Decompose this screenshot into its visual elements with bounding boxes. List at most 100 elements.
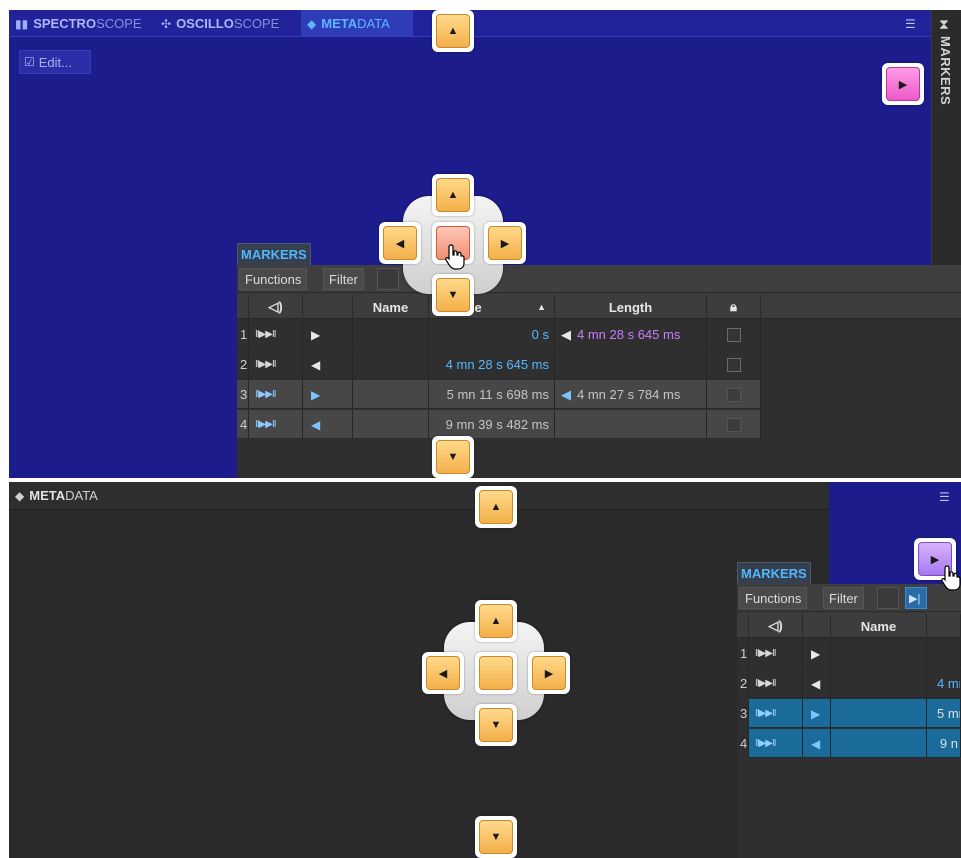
marker-name[interactable] <box>353 410 429 439</box>
marker-time[interactable]: 5 mn <box>927 699 961 728</box>
marker-time[interactable]: 9 mn 39 s 482 ms <box>429 410 555 439</box>
dock-compass-left-button[interactable]: ◀ <box>422 652 464 694</box>
dock-compass-left-button[interactable]: ◀ <box>379 222 421 264</box>
dock-compass-center-button[interactable] <box>475 652 517 694</box>
marker-time[interactable]: 5 mn 11 s 698 ms <box>429 380 555 409</box>
hand-cursor-icon <box>941 565 961 591</box>
header-dir <box>803 614 831 638</box>
tab-label-bold: SPECTRO <box>33 16 97 31</box>
arrow-left-icon: ◀ <box>426 656 460 690</box>
markers-window-title[interactable]: MARKERS <box>737 562 811 584</box>
delete-icon[interactable] <box>377 268 399 290</box>
arrow-up-icon: ▲ <box>436 178 470 212</box>
marker-name[interactable] <box>831 729 927 758</box>
dock-markers-button[interactable]: ▶ <box>882 63 924 105</box>
functions-button[interactable]: Functions <box>739 587 808 609</box>
dock-bottom-edge-button[interactable]: ▼ <box>475 816 517 858</box>
play-icon[interactable]: II▶▶II <box>249 320 303 349</box>
lock-icon[interactable]: 🔒︎ <box>707 295 761 319</box>
marker-start-icon: ▶ <box>803 699 831 728</box>
marker-time[interactable] <box>927 639 961 668</box>
marker-start-icon: ▶ <box>303 320 353 349</box>
functions-button[interactable]: Functions <box>239 268 308 290</box>
tab-oscilloscope[interactable]: ✣ OSCILLOSCOPE <box>155 10 285 37</box>
arrow-left-icon: ◀ <box>383 226 417 260</box>
filter-button[interactable]: Filter <box>323 268 364 290</box>
header-dir <box>303 295 353 319</box>
lock-checkbox[interactable] <box>707 320 761 349</box>
sort-up-icon: ▲ <box>537 302 546 312</box>
play-icon[interactable]: II▶▶II <box>749 669 803 698</box>
speaker-icon[interactable]: ◁) <box>749 614 803 638</box>
table-header: ◁) Name <box>737 614 961 638</box>
marker-start-icon: ▶ <box>803 639 831 668</box>
lock-checkbox[interactable] <box>707 410 761 439</box>
tab-label-bold: META <box>29 488 66 503</box>
edit-label: Edit... <box>38 54 73 70</box>
play-icon[interactable]: II▶▶II <box>249 350 303 379</box>
play-icon[interactable]: II▶▶II <box>249 410 303 439</box>
markers-window-title[interactable]: MARKERS <box>237 243 311 265</box>
header-length[interactable]: Length <box>555 295 707 319</box>
markers-window: Functions Filter ▶| ◁) Name 1 II▶▶II ▶ 2 <box>737 584 961 858</box>
marker-name[interactable] <box>831 639 927 668</box>
dock-bottom-edge-button[interactable]: ▼ <box>432 436 474 478</box>
markers-table: ◁) Name me ▲ Length 🔒︎ 1 II▶▶II ▶ 0 s ◀4… <box>237 295 961 478</box>
dock-compass-up-button[interactable]: ▲ <box>475 600 517 642</box>
marker-length[interactable] <box>555 410 707 439</box>
top-panel: ▮▮ SPECTROSCOPE ✣ OSCILLOSCOPE ◆ METADAT… <box>9 10 961 478</box>
table-row[interactable]: 4 II▶▶II ◀ 9 n <box>737 729 961 758</box>
edit-icon: ☑ <box>24 55 35 69</box>
table-row[interactable]: 1 II▶▶II ▶ 0 s ◀ 4 mn 28 s 645 ms <box>237 320 761 349</box>
tab-spectroscope[interactable]: ▮▮ SPECTROSCOPE <box>9 10 148 37</box>
marker-time[interactable]: 0 s <box>429 320 555 349</box>
lock-checkbox[interactable] <box>707 350 761 379</box>
panel-menu-icon[interactable]: ☰ <box>939 490 950 504</box>
table-row[interactable]: 4 II▶▶II ◀ 9 mn 39 s 482 ms <box>237 410 761 439</box>
marker-length[interactable]: ◀ 4 mn 28 s 645 ms <box>555 320 707 349</box>
filter-button[interactable]: Filter <box>823 587 864 609</box>
dock-compass-right-button[interactable]: ▶ <box>528 652 570 694</box>
marker-time[interactable]: 4 mn <box>927 669 961 698</box>
collapse-icon[interactable]: ⧗ <box>939 16 949 33</box>
play-icon[interactable]: II▶▶II <box>249 380 303 409</box>
table-row[interactable]: 3 II▶▶II ▶ 5 mn 11 s 698 ms ◀ 4 mn 27 s 7… <box>237 380 761 409</box>
edit-button[interactable]: ☑ Edit... <box>19 50 91 74</box>
marker-length[interactable]: ◀ 4 mn 27 s 784 ms <box>555 380 707 409</box>
speaker-icon[interactable]: ◁) <box>249 295 303 319</box>
marker-name[interactable] <box>831 669 927 698</box>
arrow-right-icon: ▶ <box>488 226 522 260</box>
header-time[interactable] <box>927 614 961 638</box>
tab-metadata[interactable]: ◆ METADATA <box>301 10 413 37</box>
marker-time[interactable]: 4 mn 28 s 645 ms <box>429 350 555 379</box>
header-name[interactable]: Name <box>353 295 429 319</box>
dock-compass-right-button[interactable]: ▶ <box>484 222 526 264</box>
tab-dock-icon <box>479 656 513 690</box>
table-row[interactable]: 3 II▶▶II ▶ 5 mn <box>737 699 961 728</box>
dock-top-edge-button[interactable]: ▲ <box>475 486 517 528</box>
play-icon[interactable]: II▶▶II <box>749 699 803 728</box>
marker-length[interactable] <box>555 350 707 379</box>
cursor-marker-icon[interactable]: ▶| <box>905 587 927 609</box>
dock-compass-down-button[interactable]: ▼ <box>475 704 517 746</box>
marker-name[interactable] <box>831 699 927 728</box>
marker-name[interactable] <box>353 380 429 409</box>
dock-compass-up-button[interactable]: ▲ <box>432 174 474 216</box>
marker-time[interactable]: 9 n <box>927 729 961 758</box>
panel-menu-icon[interactable]: ☰ <box>905 17 916 31</box>
marker-name[interactable] <box>353 320 429 349</box>
dock-compass-down-button[interactable]: ▼ <box>432 274 474 316</box>
play-icon[interactable]: II▶▶II <box>749 639 803 668</box>
header-name[interactable]: Name <box>831 614 927 638</box>
tab-label-rest: DATA <box>65 488 98 503</box>
marker-name[interactable] <box>353 350 429 379</box>
table-row[interactable]: 2 II▶▶II ◀ 4 mn 28 s 645 ms <box>237 350 761 379</box>
tab-metadata[interactable]: ◆ METADATA <box>9 482 104 509</box>
play-icon[interactable]: II▶▶II <box>749 729 803 758</box>
delete-icon[interactable] <box>877 587 899 609</box>
table-row[interactable]: 1 II▶▶II ▶ <box>737 639 961 668</box>
table-row[interactable]: 2 II▶▶II ◀ 4 mn <box>737 669 961 698</box>
lock-checkbox[interactable] <box>707 380 761 409</box>
tab-label-rest: SCOPE <box>96 16 142 31</box>
dock-top-edge-button[interactable]: ▲ <box>432 10 474 52</box>
